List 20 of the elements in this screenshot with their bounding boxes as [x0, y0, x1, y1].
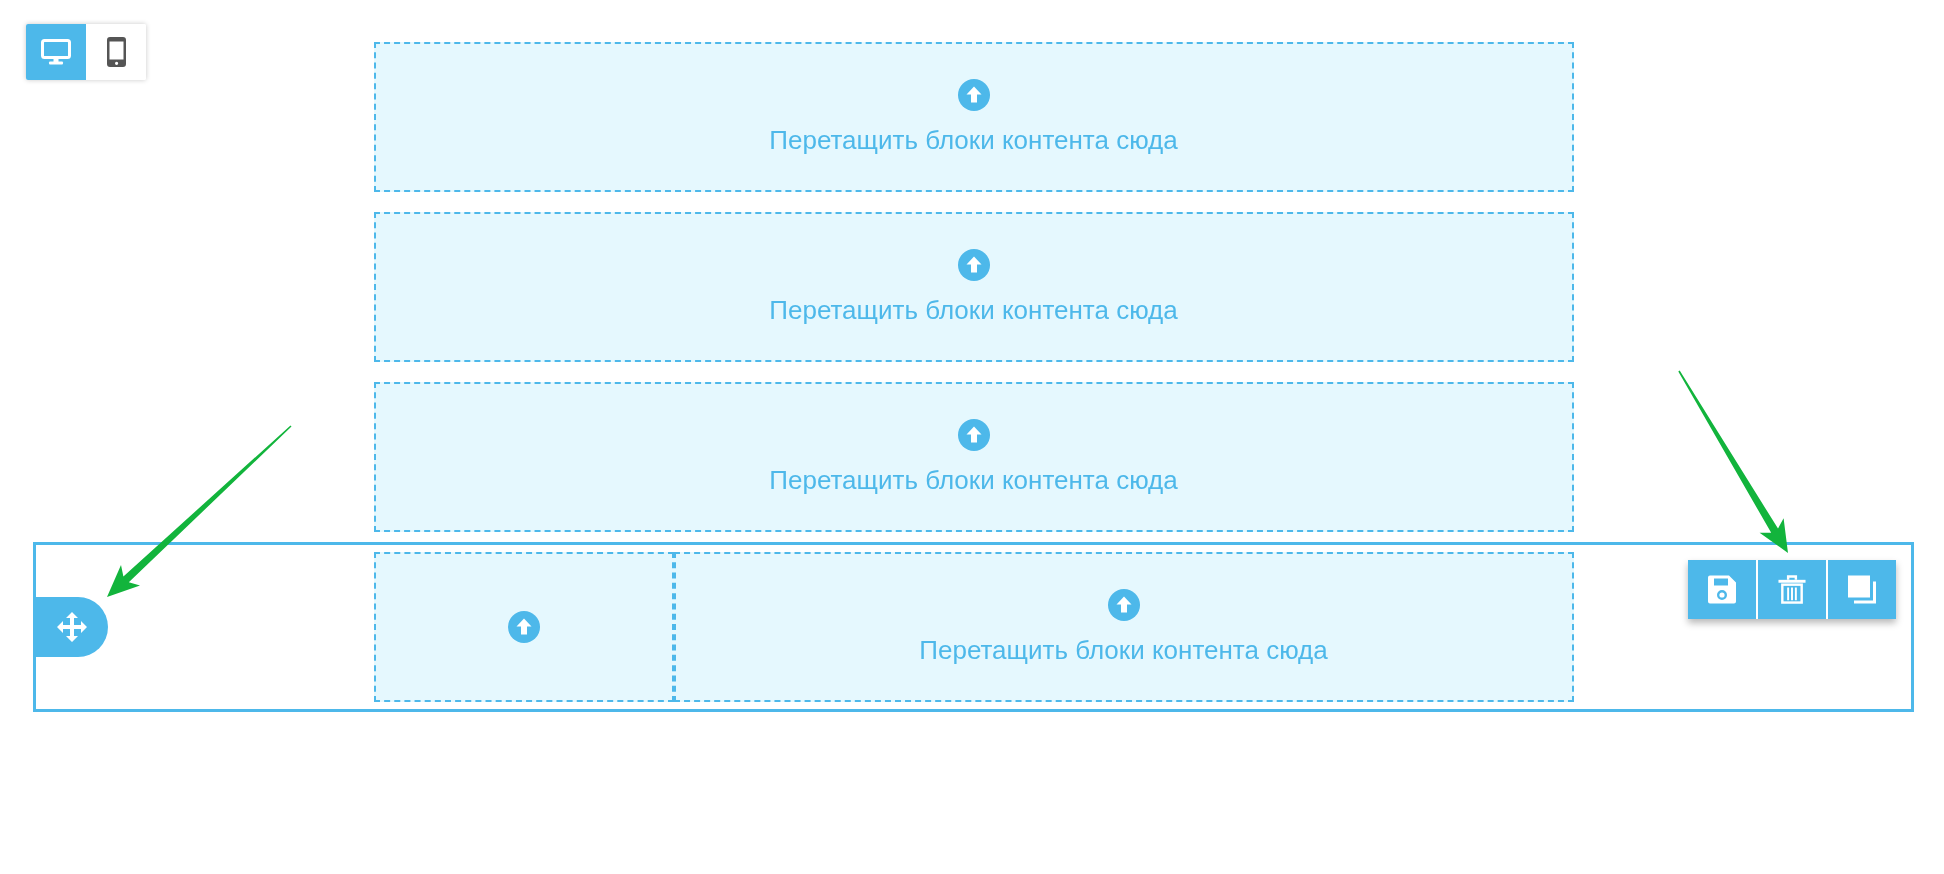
drop-hint: Перетащить блоки контента сюда — [769, 463, 1178, 496]
arrow-up-circle-icon — [1107, 588, 1140, 621]
mobile-view-button[interactable] — [86, 24, 146, 80]
drop-hint: Перетащить блоки контента сюда — [919, 633, 1328, 666]
trash-icon — [1778, 575, 1806, 604]
arrow-up-circle-icon — [957, 248, 990, 281]
drop-hint: Перетащить блоки контента сюда — [769, 123, 1178, 156]
arrow-up-circle-icon — [507, 611, 540, 643]
selected-row-frame[interactable]: Перетащить блоки контента сюда — [33, 542, 1914, 712]
duplicate-button[interactable] — [1828, 560, 1896, 619]
delete-button[interactable] — [1758, 560, 1826, 619]
monitor-icon — [41, 39, 71, 65]
move-icon — [57, 612, 87, 642]
phone-icon — [106, 37, 126, 67]
move-handle[interactable] — [36, 597, 108, 657]
save-button[interactable] — [1688, 560, 1756, 619]
arrow-up-circle-icon — [957, 418, 990, 451]
arrow-up-circle-icon — [957, 78, 990, 111]
copy-icon — [1848, 575, 1876, 604]
drop-hint: Перетащить блоки контента сюда — [769, 293, 1178, 326]
